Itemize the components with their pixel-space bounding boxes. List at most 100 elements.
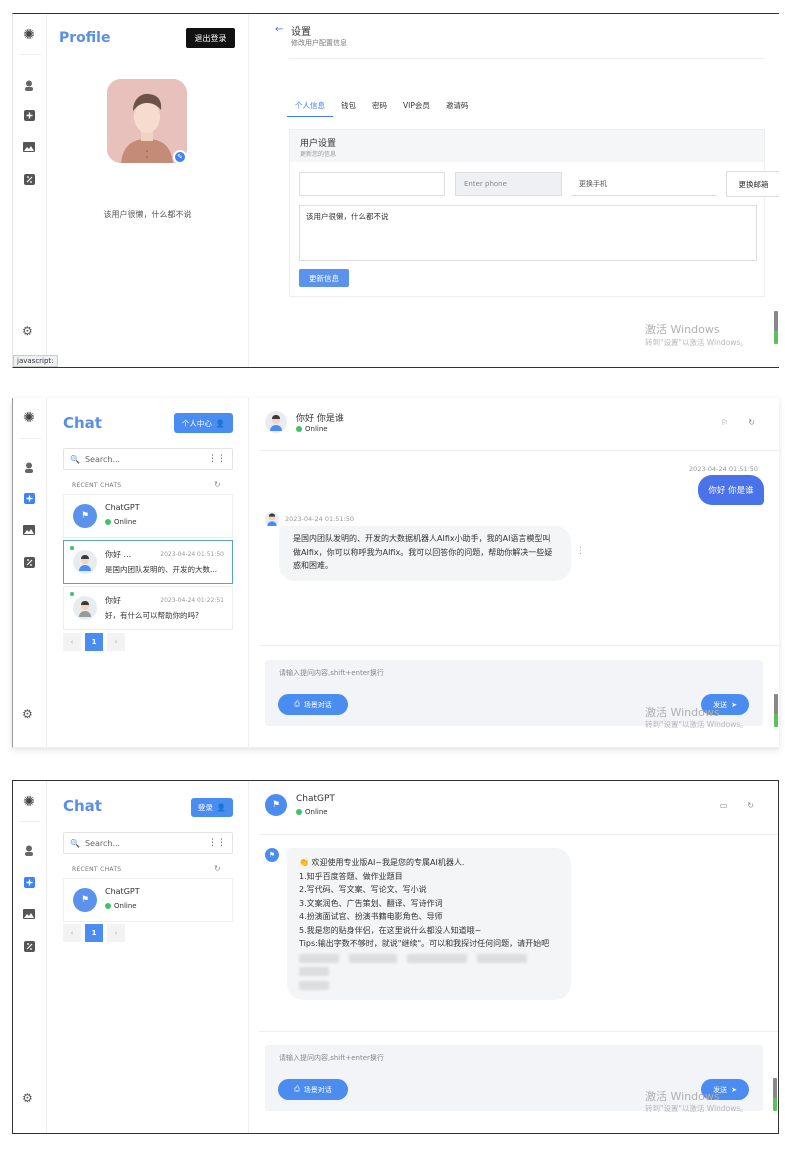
chat-list-item[interactable]: ⚑ ChatGPT Online — [63, 878, 233, 922]
scene-dialogue-button[interactable]: ⎙ 场景对话 — [278, 694, 348, 715]
sync-icon[interactable] — [22, 172, 36, 186]
message-input[interactable]: 请输入提问内容,shift+enter换行 — [279, 1053, 384, 1063]
openai-logo-icon[interactable]: ✺ — [22, 410, 36, 426]
user-avatar-icon[interactable] — [22, 78, 36, 92]
chat-list-item[interactable]: ⚑ ChatGPT Online — [63, 494, 233, 538]
welcome-line: 5.我是您的贴身伴侣，在这里说什么都没人知道哦~ — [299, 925, 482, 935]
sync-icon[interactable] — [22, 555, 36, 569]
chat-list-item[interactable]: 你好 2023-04-24 01:22:51 好，有什么可以帮助你的吗? — [63, 586, 233, 630]
scrollbar[interactable] — [773, 1078, 777, 1111]
more-options-icon[interactable]: ⋮ — [576, 546, 585, 556]
user-settings-card: 用户设置 更新您的信息 Enter phone 更换手机 更换邮箱 该用户很懒，… — [289, 129, 779, 297]
update-info-button[interactable]: 更新信息 — [299, 269, 349, 287]
conversation-status: Online — [296, 425, 328, 433]
user-avatar-icon[interactable] — [22, 460, 36, 474]
blurred-link — [477, 953, 527, 963]
search-input[interactable]: Search... — [85, 839, 120, 848]
page-number[interactable]: 1 — [85, 924, 103, 942]
openai-logo-icon[interactable]: ✺ — [22, 794, 36, 810]
next-page-button[interactable]: › — [107, 633, 125, 651]
tab-personal-info[interactable]: 个人信息 — [287, 98, 333, 117]
refresh-icon[interactable]: ↻ — [214, 864, 221, 873]
search-icon: 🔍 — [70, 454, 80, 464]
gallery-icon[interactable] — [22, 140, 36, 154]
prev-page-button[interactable]: ‹ — [63, 633, 81, 651]
blurred-link — [299, 953, 339, 963]
sync-icon[interactable] — [22, 939, 36, 953]
bot-flag-icon: ⚑ — [265, 848, 279, 862]
tab-wallet[interactable]: 钱包 — [333, 98, 364, 117]
logout-button[interactable]: 退出登录 — [186, 28, 235, 48]
tab-invite-code[interactable]: 邀请码 — [438, 98, 477, 117]
card-subtitle: 更新您的信息 — [300, 151, 337, 158]
login-button[interactable]: 登录 👤 — [191, 798, 233, 817]
message-input[interactable]: 请输入提问内容,shift+enter换行 — [279, 668, 384, 678]
header-actions: ⚐ ↻ — [721, 418, 755, 427]
search-icon: 🔍 — [70, 838, 80, 848]
bot-message-bubble: 是国内团队发明的、开发的大数据机器人AIfix小助手，我的AI语言模型叫做AIf… — [279, 526, 571, 581]
back-arrow-icon[interactable]: ← — [275, 24, 283, 35]
conversation-avatar — [265, 411, 287, 433]
card-header: 用户设置 更新您的信息 — [290, 130, 764, 162]
change-email-button[interactable]: 更换邮箱 — [726, 171, 779, 197]
settings-gear-icon[interactable]: ⚙ — [22, 1091, 33, 1105]
chat-item-time: 2023-04-24 01:22:51 — [160, 597, 224, 604]
profile-title: Profile — [59, 30, 111, 46]
add-chat-icon[interactable] — [22, 491, 36, 505]
blurred-links — [299, 980, 559, 995]
personal-center-button[interactable]: 个人中心 👤 — [174, 413, 233, 433]
refresh-icon[interactable]: ↻ — [214, 480, 221, 489]
prev-page-button[interactable]: ‹ — [63, 924, 81, 942]
send-arrow-icon: ➤ — [731, 1085, 737, 1094]
add-chat-icon[interactable] — [22, 875, 36, 889]
search-box[interactable]: 🔍 Search... ⋮⋮ — [63, 832, 233, 854]
online-dot-icon — [70, 546, 74, 550]
windows-watermark-title: 激活 Windows — [645, 323, 720, 336]
chat-title: Chat — [63, 797, 102, 815]
user-face-avatar — [73, 550, 97, 574]
chat-list-panel: Chat 登录 👤 🔍 Search... ⋮⋮ RECENT CHATS ↻ … — [47, 781, 249, 1133]
bio-textarea[interactable]: 该用户很懒，什么都不说 — [299, 205, 757, 261]
windows-watermark-sub: 转到"设置"以激活 Windows。 — [645, 338, 748, 347]
settings-gear-icon[interactable]: ⚙ — [22, 324, 33, 338]
online-dot-icon — [296, 809, 302, 815]
gallery-icon[interactable] — [22, 907, 36, 921]
blurred-link — [299, 967, 329, 976]
settings-gear-icon[interactable]: ⚙ — [22, 707, 33, 721]
scrollbar[interactable] — [774, 311, 778, 344]
next-page-button[interactable]: › — [107, 924, 125, 942]
edit-avatar-icon[interactable]: ✎ — [173, 150, 187, 164]
icon-rail: ✺ ⚙ — [13, 14, 47, 367]
add-chat-icon[interactable] — [22, 108, 36, 122]
flag-icon: ⚑ — [73, 888, 97, 912]
scrollbar[interactable] — [774, 694, 778, 727]
openai-logo-icon[interactable]: ✺ — [22, 27, 36, 43]
refresh-icon[interactable]: ↻ — [747, 801, 754, 810]
chat-item-name: 你好 ... — [105, 550, 132, 559]
pagination: ‹ 1 › — [63, 924, 125, 942]
grid-icon[interactable]: ⋮⋮ — [208, 838, 226, 848]
user-face-avatar — [73, 596, 97, 620]
refresh-icon[interactable]: ↻ — [748, 418, 755, 427]
gallery-icon[interactable] — [22, 523, 36, 537]
email-input[interactable]: 更换手机 — [571, 172, 717, 196]
username-input[interactable] — [299, 172, 445, 196]
save-icon[interactable]: ▭ — [720, 801, 728, 810]
flag-icon: ⚑ — [73, 504, 97, 528]
blurred-links — [299, 953, 559, 981]
grid-icon[interactable]: ⋮⋮ — [208, 454, 226, 464]
search-box[interactable]: 🔍 Search... ⋮⋮ — [63, 448, 233, 470]
message-timestamp: 2023-04-24 01:51:50 — [689, 465, 759, 473]
page-number[interactable]: 1 — [85, 633, 103, 651]
user-avatar-icon[interactable] — [22, 843, 36, 857]
tab-vip[interactable]: VIP会员 — [395, 98, 438, 117]
chat-list-item[interactable]: 你好 ... 2023-04-24 01:51:50 是国内团队发明的、开发的大… — [63, 540, 233, 584]
phone-input[interactable]: Enter phone — [455, 172, 562, 196]
blurred-link — [299, 980, 329, 990]
bookmark-icon[interactable]: ⚐ — [721, 418, 728, 427]
divider — [259, 450, 779, 451]
search-input[interactable]: Search... — [85, 455, 120, 464]
scene-dialogue-button[interactable]: ⎙ 场景对话 — [278, 1079, 348, 1100]
tab-password[interactable]: 密码 — [364, 98, 395, 117]
icon-rail: ✺ ⚙ — [13, 781, 47, 1133]
